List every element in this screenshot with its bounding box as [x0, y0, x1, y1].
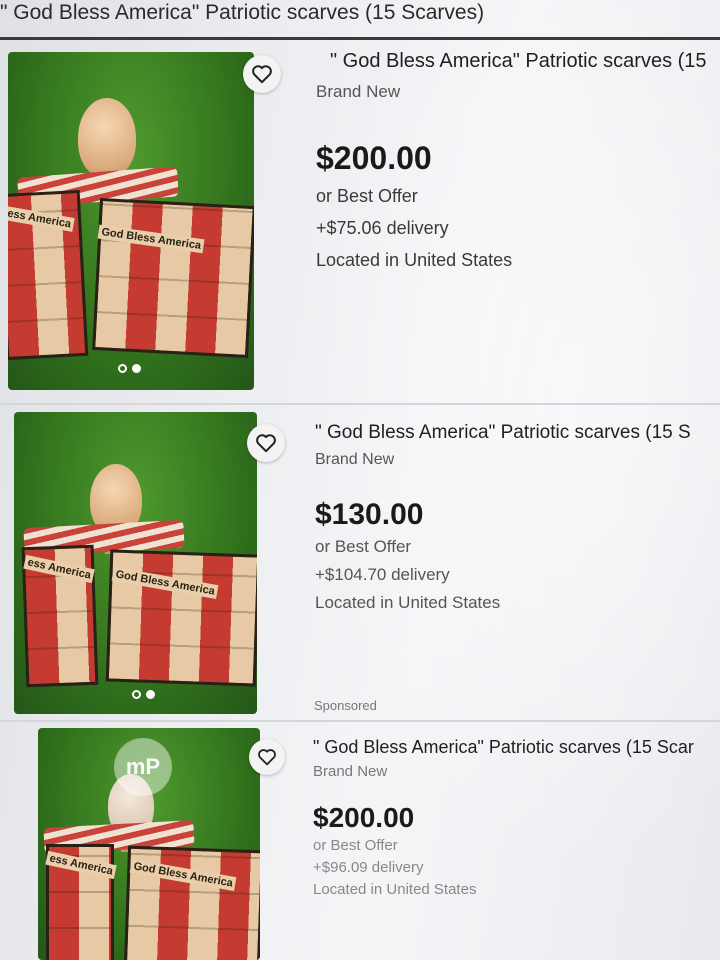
- mercari-watermark-logo: mP: [114, 738, 172, 796]
- listing-best-offer: or Best Offer: [313, 837, 398, 854]
- listing-title[interactable]: " God Bless America" Patriotic scarves (…: [313, 737, 720, 758]
- listing-price: $200.00: [313, 802, 415, 833]
- heart-icon: [258, 749, 276, 766]
- listing-condition: Brand New: [313, 763, 388, 780]
- watchlist-button[interactable]: [249, 739, 285, 775]
- listing-delivery: +$96.09 delivery: [313, 859, 424, 876]
- listing-card[interactable]: ess America God Bless America mP " God B…: [0, 0, 720, 960]
- listing-location: Located in United States: [313, 881, 477, 898]
- listing-image[interactable]: ess America God Bless America mP: [38, 728, 260, 960]
